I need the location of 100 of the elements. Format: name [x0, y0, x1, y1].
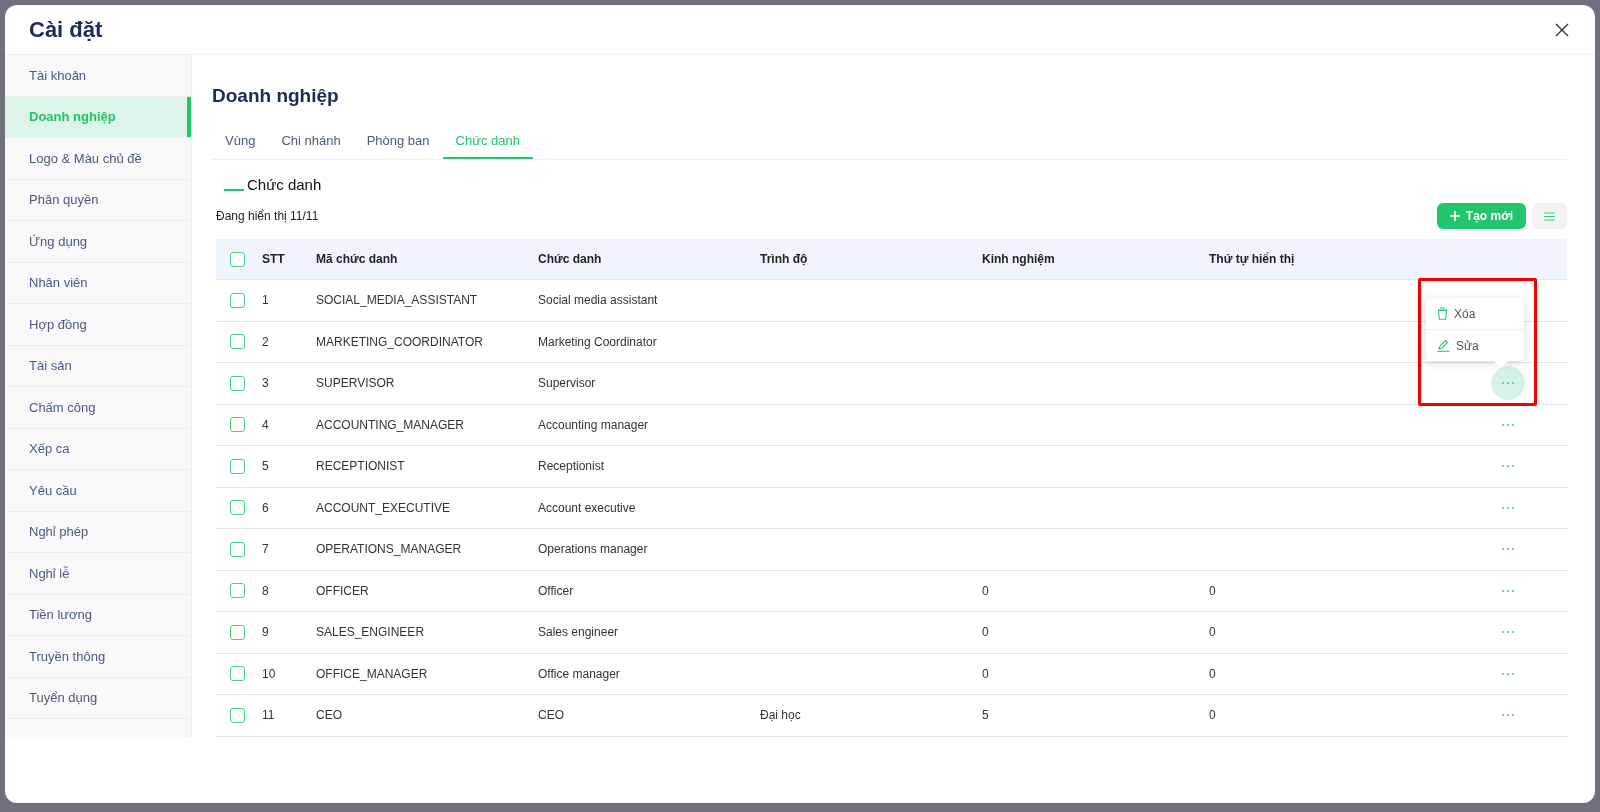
table-cell-text: Đại học: [760, 708, 802, 723]
table-cell-text: OFFICE_MANAGER: [316, 666, 429, 681]
sidebar-item[interactable]: Nhân viên: [5, 262, 191, 304]
sidebar-item[interactable]: Xếp ca: [5, 428, 191, 470]
sidebar-item[interactable]: Truyền thông: [5, 636, 191, 678]
dialog-title: Cài đặt: [29, 16, 103, 43]
more-icon: [1500, 547, 1515, 552]
sidebar-item[interactable]: Logo & Màu chủ đề: [5, 138, 191, 180]
table-cell-text: MARKETING_COORDINATOR: [316, 334, 484, 349]
sidebar-item[interactable]: Tài sản: [5, 345, 191, 387]
table-cell-text: Office manager: [538, 666, 621, 681]
accent-line: [224, 189, 244, 191]
plus-icon: [1449, 211, 1460, 221]
table-cell-text: 0: [1209, 666, 1217, 681]
sidebar-item[interactable]: Yêu cầu: [5, 470, 191, 512]
table-cell-text: Accounting manager: [538, 417, 650, 432]
pencil-icon: [1437, 339, 1450, 352]
more-icon: [1500, 422, 1515, 427]
checkbox[interactable]: [230, 541, 245, 557]
table-cell-text: Receptionist: [538, 459, 606, 474]
table-cell-text: RECEPTIONIST: [316, 459, 406, 474]
checkbox[interactable]: [230, 583, 245, 599]
checkbox[interactable]: [230, 666, 245, 682]
table-cell-text: Officer: [538, 583, 575, 598]
table-cell-text: SUPERVISOR: [316, 376, 396, 391]
table-cell-text: SALES_ENGINEER: [316, 625, 426, 640]
table-cell-text: 0: [1209, 708, 1217, 723]
table-cell-text: CEO: [316, 708, 343, 723]
column-header[interactable]: Chức danh: [538, 252, 760, 266]
more-icon: [1500, 505, 1515, 510]
table-cell-text: 9: [262, 625, 270, 640]
more-icon: [1500, 713, 1515, 718]
sidebar-item[interactable]: Tài khoản: [5, 55, 191, 97]
table-cell-text: OFFICER: [316, 583, 370, 598]
table-cell-text: 7: [262, 542, 270, 557]
table-cell-text: Operations manager: [538, 542, 649, 557]
table-cell-text: OPERATIONS_MANAGER: [316, 542, 463, 557]
more-icon: [1500, 630, 1515, 635]
menu-icon: [1544, 211, 1555, 221]
checkbox[interactable]: [230, 251, 245, 267]
column-header[interactable]: Mã chức danh: [316, 252, 538, 266]
table-cell-text: 5: [982, 708, 990, 723]
tab[interactable]: Vùng: [212, 124, 269, 159]
checkbox[interactable]: [230, 624, 245, 640]
menu-item[interactable]: Xóa: [1426, 298, 1524, 329]
table-cell-text: 8: [262, 583, 270, 598]
table-cell-text: Sales engineer: [538, 625, 620, 640]
sidebar-item[interactable]: Nghỉ lễ: [5, 553, 191, 595]
section-title: Chức danh: [247, 176, 322, 193]
table-cell-text: ACCOUNTING_MANAGER: [316, 417, 465, 432]
table-cell-text: 0: [982, 583, 990, 598]
table-cell-text: 4: [262, 417, 270, 432]
table-cell-text: 0: [982, 666, 990, 681]
menu-item[interactable]: Sửa: [1426, 329, 1524, 361]
table-cell-text: 5: [262, 459, 270, 474]
checkbox[interactable]: [230, 292, 245, 308]
column-header[interactable]: Thứ tự hiển thị: [1209, 252, 1467, 266]
checkbox[interactable]: [230, 707, 245, 723]
checkbox[interactable]: [230, 334, 245, 350]
more-button[interactable]: [1490, 366, 1525, 401]
table-cell-text: 3: [262, 376, 270, 391]
trash-icon: [1437, 307, 1448, 320]
more-icon: [1500, 671, 1515, 676]
table-cell-text: Social media assistant: [538, 293, 659, 308]
table-cell-text: 1: [262, 293, 270, 308]
menu-button[interactable]: [1532, 203, 1567, 229]
sidebar-item[interactable]: Ứng dụng: [5, 221, 191, 263]
sidebar-item[interactable]: Nghỉ phép: [5, 511, 191, 553]
table-cell-text: Account executive: [538, 500, 637, 515]
table-cell-text: 6: [262, 500, 270, 515]
more-icon: [1500, 381, 1515, 386]
column-header[interactable]: Trình độ: [760, 252, 982, 266]
column-header[interactable]: STT: [262, 252, 316, 266]
sidebar-item[interactable]: Phân quyền: [5, 179, 191, 221]
more-icon: [1500, 464, 1515, 469]
table-cell-text: ACCOUNT_EXECUTIVE: [316, 500, 452, 515]
table-cell-text: Supervisor: [538, 376, 597, 391]
checkbox[interactable]: [230, 417, 245, 433]
table-cell-text: 11: [262, 708, 276, 723]
table-cell-text: 2: [262, 334, 270, 349]
sidebar-item[interactable]: Tiền lương: [5, 594, 191, 636]
sidebar-item[interactable]: Tuyển dụng: [5, 677, 191, 719]
sidebar-item[interactable]: Hợp đồng: [5, 304, 191, 346]
table-cell-text: SOCIAL_MEDIA_ASSISTANT: [316, 293, 479, 308]
more-icon: [1500, 588, 1515, 593]
close-icon: [1555, 22, 1569, 37]
table-cell-text: 0: [982, 625, 990, 640]
table-cell-text: CEO: [538, 708, 565, 723]
tab[interactable]: Chi nhánh: [268, 124, 354, 159]
table-cell-text: Marketing Coordinator: [538, 334, 658, 349]
sidebar-item[interactable]: Chấm công: [5, 387, 191, 429]
checkbox[interactable]: [230, 458, 245, 474]
record-count: Đang hiển thị 11/11: [216, 209, 319, 223]
checkbox[interactable]: [230, 500, 245, 516]
table-cell-text: 0: [1209, 583, 1217, 598]
column-header[interactable]: Kinh nghiệm: [982, 252, 1209, 266]
table-cell-text: 0: [1209, 625, 1217, 640]
checkbox[interactable]: [230, 375, 245, 391]
tab[interactable]: Phòng ban: [353, 124, 443, 159]
page-title: Doanh nghiệp: [212, 85, 340, 108]
